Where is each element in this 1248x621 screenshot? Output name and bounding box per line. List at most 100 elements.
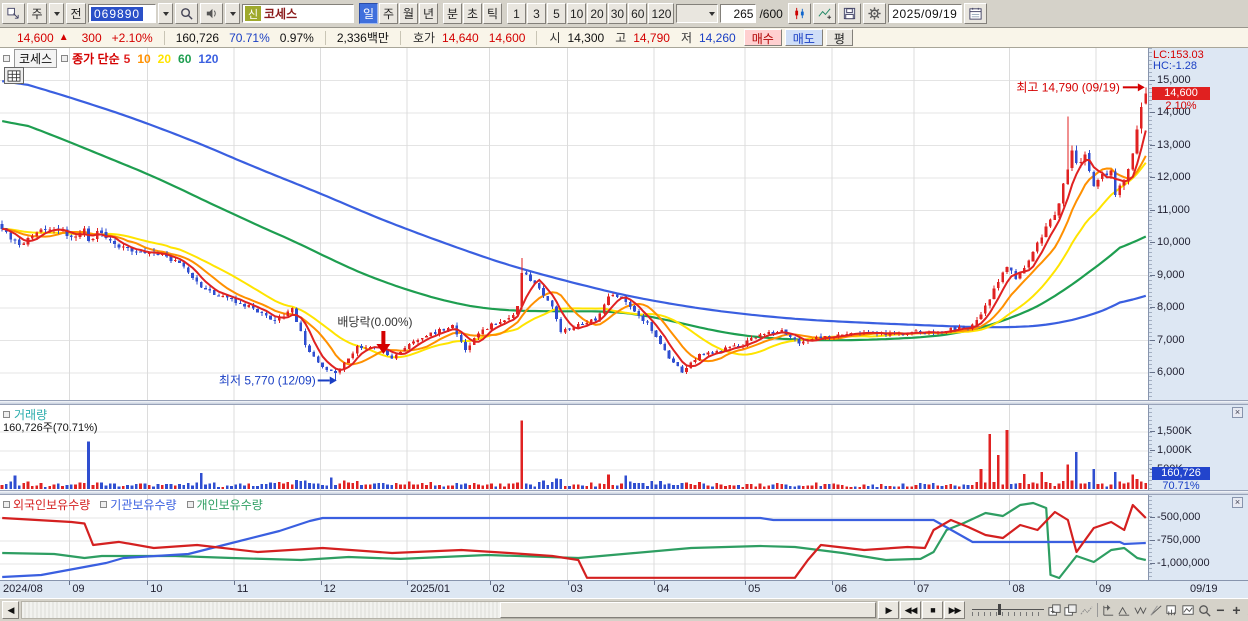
interval-button-3[interactable]: 3 xyxy=(527,3,546,24)
date-axis: 2024/08 09 10 11 12 2025/01 02 03 04 05 06 07 08 09 09… xyxy=(0,580,1248,598)
svg-text:배당락(0.00%): 배당락(0.00%) xyxy=(337,315,412,329)
svg-text:최고 14,790 (09/19): 최고 14,790 (09/19) xyxy=(1016,80,1119,94)
ownership-panel[interactable]: 외국인보유수량 기관보유수량 개인보유수량 xyxy=(0,495,1148,580)
close-panel-icon[interactable]: × xyxy=(1232,407,1243,418)
code-dropdown-icon[interactable] xyxy=(158,3,173,24)
tile-windows-icon[interactable] xyxy=(1063,602,1078,618)
bottom-toolbar: ◀ ▶◀◀■▶▶ −+A xyxy=(0,598,1248,621)
stop-button-icon[interactable]: ■ xyxy=(922,601,943,619)
calendar-icon[interactable] xyxy=(963,3,987,24)
settings-gear-icon[interactable] xyxy=(862,3,886,24)
chart-image-icon[interactable] xyxy=(1181,602,1196,618)
scrollbar-thumb[interactable] xyxy=(500,602,876,618)
zoom-tool-icon[interactable] xyxy=(1197,602,1212,618)
stock-code-input[interactable]: 069890 xyxy=(88,4,156,23)
period-quick-button[interactable]: 주 xyxy=(27,3,47,24)
period-dropdown-icon[interactable] xyxy=(49,3,64,24)
prev-stock-button[interactable]: 전 xyxy=(66,3,86,24)
price-tick-label: 10,000 xyxy=(1150,236,1191,248)
date-tick xyxy=(234,581,235,585)
price-chart-panel[interactable]: 최고 14,790 (09/19) 최저 5,770 (12/09) 배당락(0.0… xyxy=(0,48,1148,400)
search-icon[interactable] xyxy=(175,3,198,24)
rewind-button-icon[interactable]: ◀◀ xyxy=(900,601,921,619)
chart-scrollbar[interactable] xyxy=(21,601,877,619)
line-style-icon[interactable] xyxy=(812,3,836,24)
date-tick xyxy=(654,581,655,585)
ownership-legend-label: 외국인보유수량 xyxy=(13,498,91,512)
save-icon[interactable] xyxy=(837,3,861,24)
panel-splitter[interactable] xyxy=(0,490,1248,495)
custom-interval-dropdown[interactable] xyxy=(676,4,719,23)
chevron-down-icon xyxy=(229,11,236,16)
zoom-in-icon[interactable]: + xyxy=(1229,602,1244,618)
axis-tool-icon[interactable] xyxy=(1101,602,1116,618)
interval-button-60[interactable]: 60 xyxy=(628,3,648,24)
interval-button-10[interactable]: 10 xyxy=(567,3,587,24)
interval-button-5[interactable]: 5 xyxy=(547,3,566,24)
hc-value: HC:-1.28 xyxy=(1153,60,1198,72)
interval-button-20[interactable]: 20 xyxy=(587,3,607,24)
interval-button-1[interactable]: 1 xyxy=(507,3,526,24)
high-label: 고 xyxy=(615,31,627,45)
fast-forward-button-icon[interactable]: ▶▶ xyxy=(944,601,965,619)
date-label: 2025/01 xyxy=(410,583,450,595)
buy-button[interactable]: 매수 xyxy=(743,29,782,46)
tab-time-2[interactable]: 틱 xyxy=(483,3,502,24)
tab-period-0[interactable]: 일 xyxy=(359,3,378,24)
ma-period-5: 5 xyxy=(123,51,131,66)
tab-period-2[interactable]: 월 xyxy=(399,3,418,24)
tab-period-3[interactable]: 년 xyxy=(419,3,438,24)
date-label: 06 xyxy=(834,583,847,595)
candle-style-icon[interactable] xyxy=(787,3,811,24)
volume-subtitle: 160,726주(70.71%) xyxy=(3,422,98,434)
date-label: 2024/08 xyxy=(3,583,43,595)
turnover-rate: 0.97% xyxy=(279,30,314,45)
peak-tool-icon[interactable] xyxy=(1117,602,1132,618)
chart-link-icon[interactable] xyxy=(2,3,25,24)
price-tick-label: 7,000 xyxy=(1150,333,1185,346)
sell-button[interactable]: 매도 xyxy=(784,29,823,46)
top-toolbar: 주 전 069890 신 코세스 일주월년 분초틱 1 3 5 10 20 30 60 120… xyxy=(0,0,1248,28)
date-label: 02 xyxy=(492,583,505,595)
wave-tool-icon[interactable] xyxy=(1133,602,1148,618)
legend-marker-icon xyxy=(3,501,10,508)
zoom-out-icon[interactable]: − xyxy=(1213,602,1228,618)
ownership-legend-label: 기관보유수량 xyxy=(110,498,177,512)
speaker-icon[interactable] xyxy=(200,3,223,24)
ownership-tick-label: -750,000 xyxy=(1149,534,1201,546)
scroll-left-icon[interactable]: ◀ xyxy=(2,601,19,619)
volume-tick-label: 1,500K xyxy=(1150,425,1192,437)
avg-price-button[interactable]: 평 xyxy=(825,29,853,46)
slope-tool-icon[interactable] xyxy=(1149,602,1164,618)
volume-chart[interactable] xyxy=(0,405,1148,490)
tab-time-1[interactable]: 초 xyxy=(463,3,482,24)
price-tick-label: 12,000 xyxy=(1150,171,1191,183)
trendline-icon[interactable] xyxy=(1079,602,1094,618)
close-panel-icon[interactable]: × xyxy=(1232,497,1243,508)
date-input[interactable]: 2025/09/19 xyxy=(887,4,962,23)
bar-tool-icon[interactable] xyxy=(1165,602,1180,618)
play-button-icon[interactable]: ▶ xyxy=(878,601,899,619)
zoom-slider[interactable] xyxy=(972,604,1044,617)
stock-name: 코세스 xyxy=(264,7,298,21)
date-label: 08 xyxy=(1012,583,1025,595)
date-label: 09 xyxy=(72,583,85,595)
tab-period-1[interactable]: 주 xyxy=(379,3,398,24)
bar-count-input[interactable]: 265 xyxy=(720,4,757,23)
grid-toggle-icon[interactable] xyxy=(4,67,24,84)
panel-splitter[interactable] xyxy=(0,400,1248,405)
ma-type-label: 종가 단순 xyxy=(72,52,120,66)
date-label: 10 xyxy=(150,583,163,595)
current-price-badge: 14,600 xyxy=(1152,86,1210,100)
cascade-windows-icon[interactable] xyxy=(1047,602,1062,618)
candlestick-chart[interactable]: 최고 14,790 (09/19) 최저 5,770 (12/09) 배당락(0.0… xyxy=(0,48,1148,400)
speaker-dropdown-icon[interactable] xyxy=(225,3,240,24)
tab-time-0[interactable]: 분 xyxy=(443,3,462,24)
interval-button-30[interactable]: 30 xyxy=(607,3,628,24)
ma-period-10: 10 xyxy=(137,51,151,66)
date-tick xyxy=(832,581,833,585)
volume-panel[interactable]: 거래량 160,726주(70.71%) xyxy=(0,405,1148,490)
interval-button-120[interactable]: 120 xyxy=(648,3,675,24)
right-price-axis: LC:153.03 HC:-1.28 15,000 14,000 13,000 12,… xyxy=(1148,48,1248,580)
slider-thumb[interactable] xyxy=(998,604,1001,615)
